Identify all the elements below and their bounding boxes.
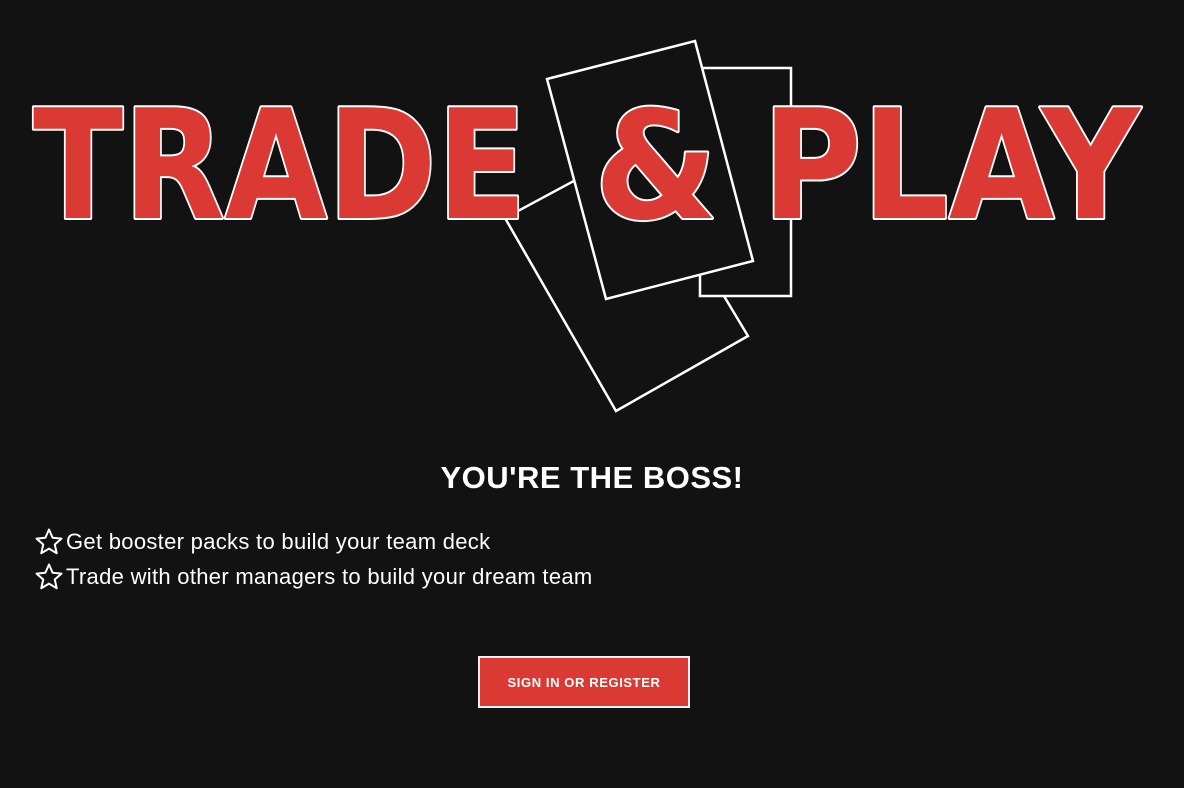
star-outline-icon [35, 563, 63, 589]
feature-list: Get booster packs to build your team dec… [34, 524, 593, 594]
cards-illustration [503, 39, 793, 413]
sign-in-register-button[interactable]: SIGN IN OR REGISTER [478, 656, 690, 708]
star-outline-icon [35, 528, 63, 554]
feature-text: Get booster packs to build your team dec… [66, 528, 491, 554]
landing-page: TRADE & PLAY YOU'RE THE BOSS! Get booste… [0, 0, 1184, 788]
list-item: Get booster packs to build your team dec… [34, 524, 593, 559]
feature-text: Trade with other managers to build your … [66, 563, 593, 589]
page-headline: YOU'RE THE BOSS! [440, 460, 744, 495]
list-item: Trade with other managers to build your … [34, 559, 593, 594]
